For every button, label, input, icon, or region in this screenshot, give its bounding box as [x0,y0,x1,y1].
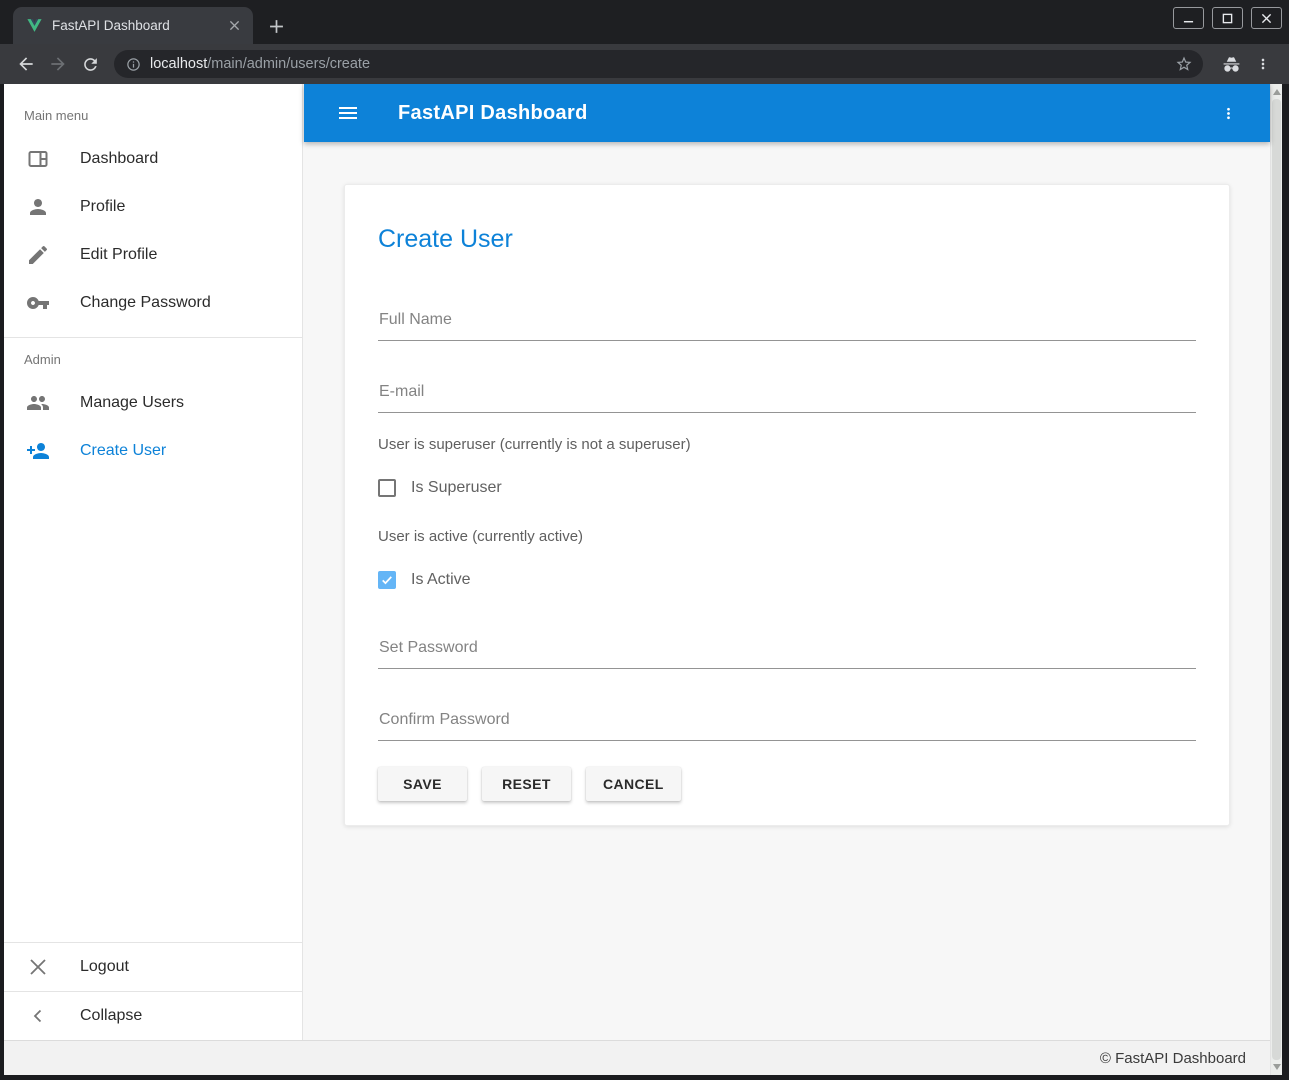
sidebar-item-label: Collapse [80,1007,142,1025]
sidebar-item-dashboard[interactable]: Dashboard [4,135,302,183]
superuser-hint: User is superuser (currently is not a su… [378,436,1196,453]
close-window-button[interactable] [1251,7,1282,29]
scrollbar-up-arrow-icon[interactable] [1273,89,1281,95]
sidebar-item-label: Create User [80,442,166,460]
sidebar-item-label: Change Password [80,294,211,312]
page-title: Create User [378,225,1196,253]
scrollbar-thumb[interactable] [1272,99,1281,1060]
reset-button[interactable]: RESET [482,767,571,801]
appbar-kebab-menu-icon[interactable] [1210,95,1246,131]
people-icon [26,391,50,415]
page: Main menu Dashboard Profile Edit Profile [4,84,1282,1075]
window-controls [1173,7,1282,29]
dashboard-icon [26,147,50,171]
is-active-row[interactable]: Is Active [378,571,1196,589]
browser-tab[interactable]: FastAPI Dashboard [13,7,253,44]
confirm-password-field-wrap [378,711,1196,741]
reload-icon[interactable] [74,48,106,80]
sidebar-item-profile[interactable]: Profile [4,183,302,231]
vertical-scrollbar[interactable] [1270,84,1282,1075]
is-active-label: Is Active [411,571,471,589]
is-superuser-checkbox[interactable] [378,479,396,497]
sidebar-item-label: Profile [80,198,125,216]
active-hint: User is active (currently active) [378,528,1196,545]
vue-logo-icon [26,17,43,34]
sidebar-section-main-menu: Main menu [4,84,302,135]
appbar: FastAPI Dashboard [304,84,1270,142]
sidebar-section-admin: Admin [4,338,302,379]
sidebar-item-label: Logout [80,958,129,976]
url-path: /main/admin/users/create [207,56,370,72]
sidebar-item-logout[interactable]: Logout [4,943,302,991]
page-footer: © FastAPI Dashboard [4,1040,1270,1075]
browser-toolbar: localhost/main/admin/users/create [0,44,1289,84]
is-superuser-label: Is Superuser [411,479,502,497]
back-icon[interactable] [10,48,42,80]
sidebar-item-label: Edit Profile [80,246,157,264]
close-icon [26,955,50,979]
browser-menu-kebab-icon[interactable] [1247,48,1279,80]
pencil-icon [26,243,50,267]
main-area: FastAPI Dashboard Create User User is su… [304,84,1270,1040]
cancel-button[interactable]: CANCEL [586,767,681,801]
is-superuser-row[interactable]: Is Superuser [378,479,1196,497]
full-name-input[interactable] [378,311,1196,341]
sidebar-item-create-user[interactable]: Create User [4,427,302,475]
scrollbar-down-arrow-icon[interactable] [1273,1064,1281,1070]
email-field-wrap [378,383,1196,413]
person-add-icon [26,439,50,463]
hamburger-menu-icon[interactable] [330,95,366,131]
browser-titlebar: FastAPI Dashboard [0,0,1289,44]
address-bar[interactable]: localhost/main/admin/users/create [114,50,1203,78]
url-host: localhost [150,56,207,72]
sidebar: Main menu Dashboard Profile Edit Profile [4,84,303,1040]
create-user-card: Create User User is superuser (currently… [344,184,1230,826]
minimize-button[interactable] [1173,7,1204,29]
sidebar-item-manage-users[interactable]: Manage Users [4,379,302,427]
maximize-button[interactable] [1212,7,1243,29]
sidebar-spacer [4,475,302,942]
person-icon [26,195,50,219]
sidebar-item-collapse[interactable]: Collapse [4,992,302,1040]
is-active-checkbox[interactable] [378,571,396,589]
sidebar-item-label: Manage Users [80,394,184,412]
email-input[interactable] [378,383,1196,413]
save-button[interactable]: SAVE [378,767,467,801]
sidebar-item-label: Dashboard [80,150,158,168]
tab-close-icon[interactable] [225,17,243,35]
info-icon[interactable] [126,57,141,72]
incognito-icon [1215,48,1247,80]
forward-icon[interactable] [42,48,74,80]
tab-title: FastAPI Dashboard [52,18,225,33]
set-password-field-wrap [378,639,1196,669]
new-tab-button[interactable] [262,12,290,40]
full-name-field-wrap [378,311,1196,341]
sidebar-item-change-password[interactable]: Change Password [4,279,302,327]
appbar-title: FastAPI Dashboard [398,102,588,125]
key-icon [26,291,50,315]
copyright-text: © FastAPI Dashboard [1100,1050,1246,1067]
browser-window: FastAPI Dashboard [0,0,1289,1080]
chevron-left-icon [26,1004,50,1028]
sidebar-item-edit-profile[interactable]: Edit Profile [4,231,302,279]
set-password-input[interactable] [378,639,1196,669]
confirm-password-input[interactable] [378,711,1196,741]
star-icon[interactable] [1175,55,1193,73]
form-buttons: SAVE RESET CANCEL [378,767,1196,801]
